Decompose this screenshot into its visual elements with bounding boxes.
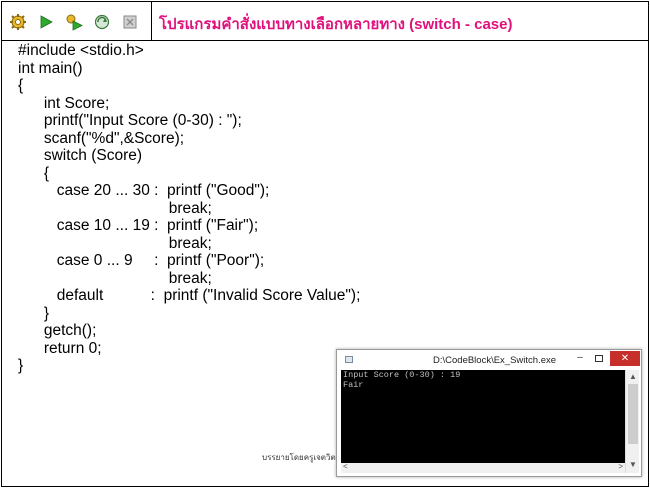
code-line: default : printf ("Invalid Score Value")…: [18, 287, 361, 304]
maximize-icon: [595, 355, 603, 362]
scroll-up-icon[interactable]: ▲: [626, 372, 640, 382]
close-button[interactable]: ✕: [610, 351, 640, 366]
code-line: {: [18, 77, 24, 94]
code-line: break;: [18, 269, 212, 287]
vertical-scrollbar[interactable]: ▲ ▼: [625, 370, 639, 473]
code-line: printf("Input Score (0-30) : ");: [18, 112, 242, 129]
console-output: Input Score (0-30) : 19 Fair: [343, 370, 461, 390]
code-line: case 20 ... 30 : printf ("Good");: [18, 182, 270, 199]
build-run-icon[interactable]: [63, 11, 85, 33]
code-line: break;: [18, 234, 212, 252]
console-output-area[interactable]: Input Score (0-30) : 19 Fair: [341, 370, 625, 473]
code-line: }: [18, 304, 50, 322]
header-bar: โปรแกรมคำสั่งแบบทางเลือกหลายทาง (switch …: [1, 1, 649, 41]
console-window[interactable]: D:\CodeBlock\Ex_Switch.exe – ✕ Input Sco…: [336, 349, 642, 477]
minimize-button[interactable]: –: [573, 353, 587, 365]
scroll-thumb[interactable]: [628, 384, 638, 444]
code-listing: #include <stdio.h> int main(){ int Score;…: [18, 42, 360, 375]
run-icon[interactable]: [35, 11, 57, 33]
code-line: getch();: [18, 322, 97, 339]
console-titlebar[interactable]: D:\CodeBlock\Ex_Switch.exe – ✕: [337, 350, 641, 370]
console-caption: D:\CodeBlock\Ex_Switch.exe: [433, 355, 557, 366]
code-line: scanf("%d",&Score);: [18, 129, 185, 147]
code-line: switch (Score): [18, 147, 143, 164]
scroll-right-icon[interactable]: >: [618, 462, 623, 471]
code-line: #include <stdio.h>: [18, 42, 144, 59]
toolbar: [7, 11, 141, 33]
code-line: break;: [18, 199, 212, 217]
title-divider: [151, 2, 152, 40]
horizontal-scrollbar[interactable]: < >: [341, 462, 625, 473]
console-app-icon: [345, 356, 353, 363]
code-line: case 10 ... 19 : printf ("Fair");: [18, 217, 259, 234]
gear-icon[interactable]: [7, 11, 29, 33]
code-line: case 0 ... 9 : printf ("Poor");: [18, 252, 265, 269]
scroll-left-icon[interactable]: <: [343, 462, 348, 471]
page-title: โปรแกรมคำสั่งแบบทางเลือกหลายทาง (switch …: [159, 16, 513, 33]
code-line: return 0;: [18, 339, 102, 357]
code-line: {: [18, 164, 50, 182]
code-line: }: [18, 357, 24, 374]
scroll-down-icon[interactable]: ▼: [626, 460, 640, 470]
rebuild-icon[interactable]: [91, 11, 113, 33]
stop-icon[interactable]: [119, 11, 141, 33]
maximize-button[interactable]: [592, 353, 606, 365]
code-line: int Score;: [18, 94, 110, 112]
code-line: int main(): [18, 59, 83, 77]
